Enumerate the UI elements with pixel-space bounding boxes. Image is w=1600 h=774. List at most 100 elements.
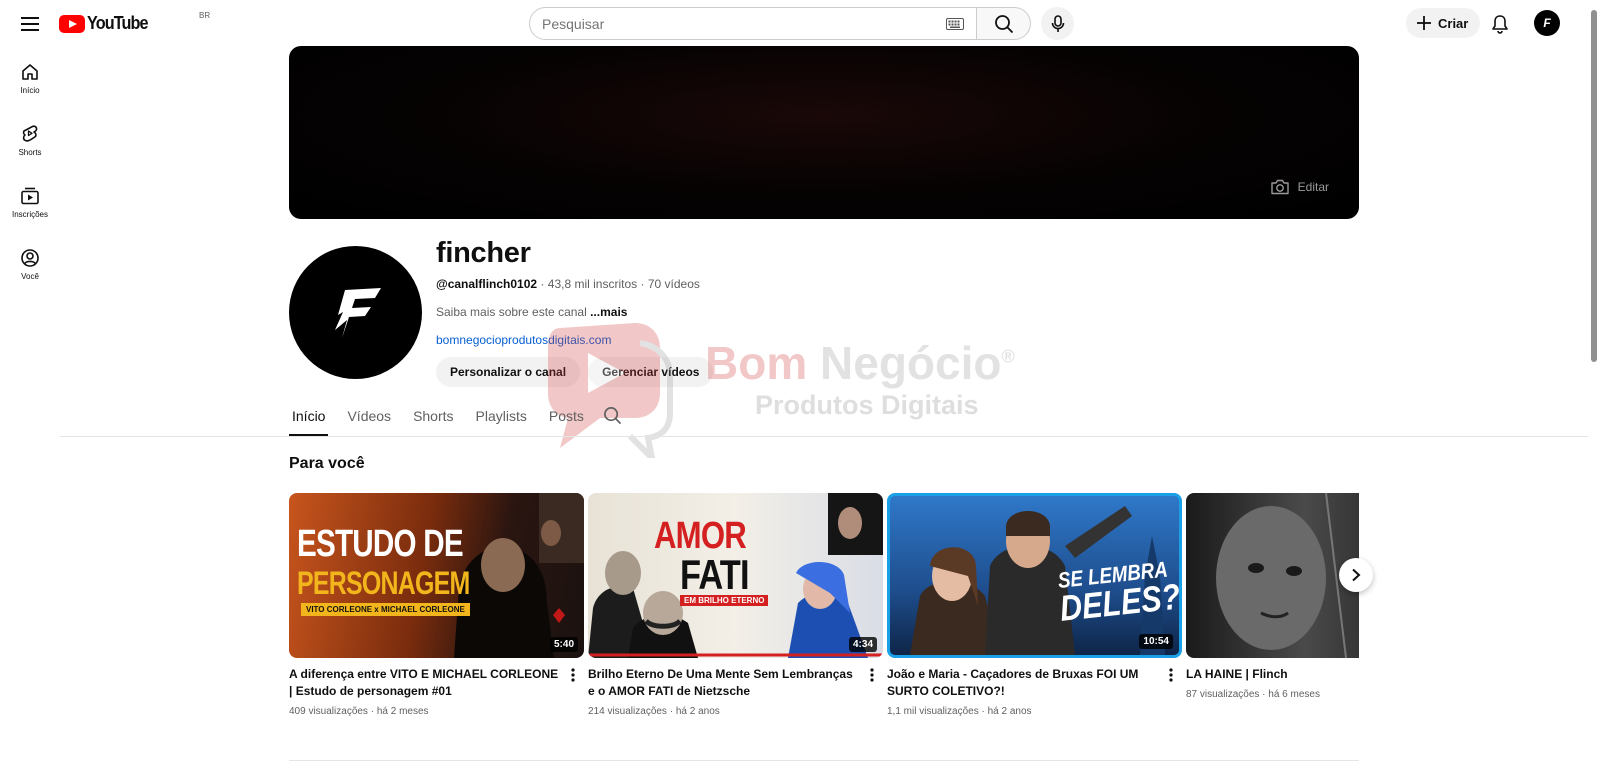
tab-posts[interactable]: Posts <box>546 398 587 436</box>
video-shelf: ESTUDO DE PERSONAGEM VITO CORLEONE x MIC… <box>289 493 1359 725</box>
channel-logo-f <box>334 287 381 338</box>
more-vert-icon <box>870 668 874 682</box>
watermark-bom: Bom <box>705 337 808 389</box>
search-icon <box>994 14 1013 33</box>
section-divider <box>289 760 1359 761</box>
search-icon <box>603 407 622 425</box>
tab-home[interactable]: Início <box>289 398 329 436</box>
shorts-icon <box>22 125 38 142</box>
channel-tabs: Início Vídeos Shorts Playlists Posts <box>289 398 622 436</box>
top-bar: YouTube BR Criar F <box>0 0 1588 46</box>
sidebar-item-home[interactable]: Início <box>0 56 60 118</box>
section-title: Para você <box>289 455 365 472</box>
sidebar-item-label: Inscrições <box>11 210 48 219</box>
description-text: Saiba mais sobre este canal <box>436 305 587 319</box>
video-count: 70 vídeos <box>647 277 700 291</box>
video-title[interactable]: LA HAINE | Flinch <box>1186 666 1359 683</box>
video-thumbnail[interactable]: AMOR FATI EM BRILHO ETERNO 4:34 <box>588 493 883 658</box>
you-icon <box>21 249 39 267</box>
search-button[interactable] <box>977 7 1031 40</box>
meta-separator: · <box>540 277 548 291</box>
video-title-text: A diferença entre VITO E MICHAEL CORLEON… <box>289 667 559 698</box>
sidebar-item-label: Você <box>21 272 39 281</box>
video-title-text: João e Maria - Caçadores de Bruxas FOI U… <box>887 667 1139 698</box>
video-thumbnail[interactable]: SE LEMBRA DELES? 10:54 <box>887 493 1182 658</box>
tab-shorts[interactable]: Shorts <box>410 398 456 436</box>
watermark-title: Bom Negócio® <box>705 336 1015 390</box>
keyboard-icon[interactable] <box>946 17 964 30</box>
home-icon <box>22 64 38 80</box>
video-views: 409 visualizações <box>289 706 368 717</box>
more-vert-icon <box>1169 668 1173 682</box>
country-code: BR <box>199 11 211 20</box>
video-menu-button[interactable] <box>1164 666 1178 684</box>
channel-info: fincher @canalflinch0102 · 43,8 mil insc… <box>436 237 714 387</box>
video-views: 214 visualizações <box>588 706 667 717</box>
tab-playlists[interactable]: Playlists <box>473 398 530 436</box>
search-box <box>529 7 977 40</box>
subscriptions-icon <box>21 187 39 205</box>
video-thumbnail[interactable]: ESTUDO DE PERSONAGEM VITO CORLEONE x MIC… <box>289 493 584 658</box>
sidebar: Início Shorts Inscrições Você <box>0 56 60 304</box>
manage-videos-button[interactable]: Gerenciar vídeos <box>588 357 714 387</box>
channel-actions: Personalizar o canal Gerenciar vídeos <box>436 357 714 387</box>
menu-button[interactable] <box>14 8 46 40</box>
watermark-subtitle: Produtos Digitais <box>755 390 979 420</box>
video-views: 1,1 mil visualizações <box>887 706 979 717</box>
watermark-negocio: Negócio <box>820 337 1002 389</box>
video-age: há 2 meses <box>376 706 429 717</box>
logo-text: YouTube <box>87 13 148 33</box>
notifications-button[interactable] <box>1484 8 1516 40</box>
sidebar-item-subscriptions[interactable]: Inscrições <box>0 180 60 242</box>
tabs-divider <box>60 436 1588 437</box>
shelf-next-button[interactable] <box>1339 558 1373 592</box>
video-duration: 10:54 <box>1139 634 1173 649</box>
scrollbar-thumb[interactable] <box>1591 10 1597 362</box>
search-bar <box>529 7 1031 40</box>
create-button[interactable]: Criar <box>1406 8 1481 38</box>
sidebar-item-you[interactable]: Você <box>0 242 60 304</box>
video-title[interactable]: Brilho Eterno De Uma Mente Sem Lembrança… <box>588 666 883 700</box>
account-avatar[interactable]: F <box>1534 10 1560 36</box>
youtube-logo[interactable]: YouTube BR <box>59 11 210 34</box>
plus-icon <box>1417 16 1431 30</box>
banner-edit-label: Editar <box>1297 180 1329 194</box>
more-vert-icon <box>571 668 575 682</box>
tab-videos[interactable]: Vídeos <box>344 398 394 436</box>
video-card[interactable]: SE LEMBRA DELES? 10:54 João e Maria - Ca… <box>887 493 1182 717</box>
video-stats: 409 visualizações · há 2 meses <box>289 706 429 717</box>
thumbnail-figure <box>1216 493 1347 658</box>
thumbnail-text-1: ESTUDO DE <box>297 523 464 565</box>
sidebar-item-shorts[interactable]: Shorts <box>0 118 60 180</box>
thumbnail-text-2: FATI <box>680 551 750 598</box>
customize-channel-button[interactable]: Personalizar o canal <box>436 357 581 387</box>
sidebar-item-label: Shorts <box>18 148 42 157</box>
channel-description[interactable]: Saiba mais sobre este canal ...mais <box>436 305 713 319</box>
video-age: há 6 meses <box>1268 689 1320 700</box>
voice-search-button[interactable] <box>1041 7 1074 40</box>
channel-link[interactable]: bomnegocioprodutosdigitais.com <box>436 333 713 347</box>
meta-separator: · <box>640 277 648 291</box>
video-title[interactable]: João e Maria - Caçadores de Bruxas FOI U… <box>887 666 1182 700</box>
channel-avatar[interactable] <box>289 246 422 379</box>
video-thumbnail[interactable] <box>1186 493 1359 658</box>
banner-edit-button[interactable]: Editar <box>1270 179 1329 195</box>
video-card[interactable]: LA HAINE | Flinch 87 visualizações · há … <box>1186 493 1359 700</box>
video-stats: 87 visualizações · há 6 meses <box>1186 689 1320 700</box>
video-card[interactable]: ESTUDO DE PERSONAGEM VITO CORLEONE x MIC… <box>289 493 584 717</box>
video-menu-button[interactable] <box>566 666 580 684</box>
video-title[interactable]: A diferença entre VITO E MICHAEL CORLEON… <box>289 666 584 700</box>
chevron-right-icon <box>1352 568 1361 582</box>
tab-search-button[interactable] <box>603 398 622 436</box>
channel-banner: Editar <box>289 46 1359 219</box>
page-scrollbar[interactable] <box>1588 0 1600 774</box>
watermark-registered: ® <box>1001 346 1015 367</box>
channel-handle: @canalflinch0102 <box>436 277 538 291</box>
more-link[interactable]: ...mais <box>590 305 627 319</box>
video-menu-button[interactable] <box>865 666 879 684</box>
video-card[interactable]: AMOR FATI EM BRILHO ETERNO 4:34 Brilho E… <box>588 493 883 717</box>
channel-name: fincher <box>436 237 531 269</box>
youtube-play-icon <box>59 14 85 33</box>
microphone-icon <box>1051 14 1064 32</box>
search-input[interactable] <box>542 15 946 32</box>
